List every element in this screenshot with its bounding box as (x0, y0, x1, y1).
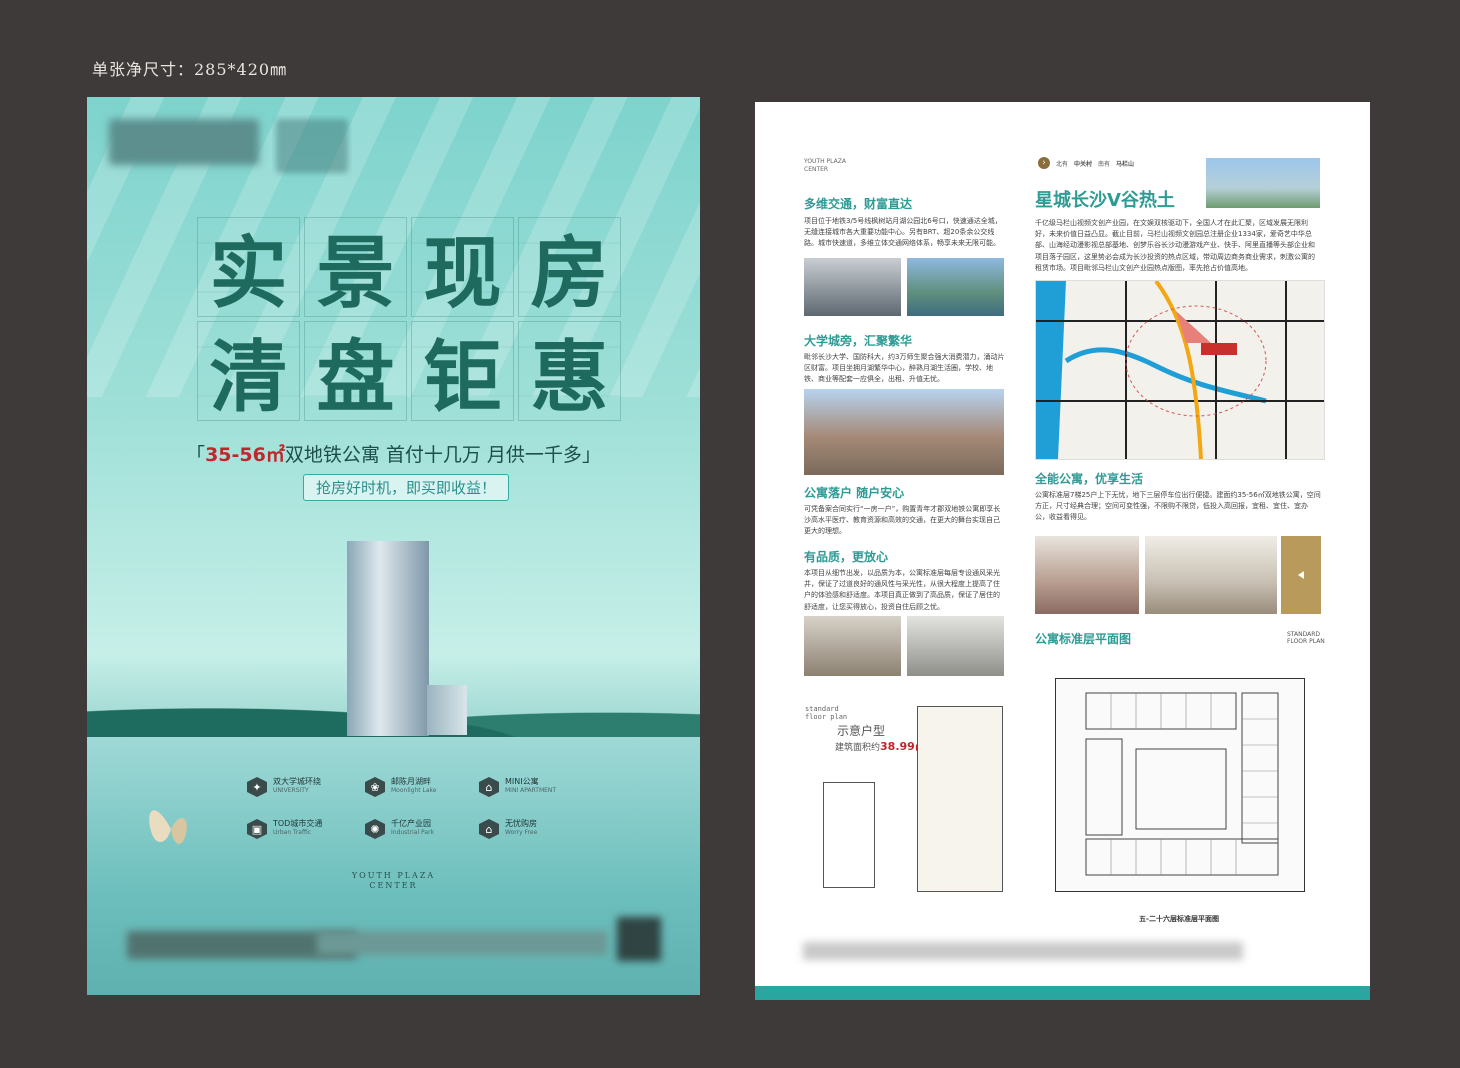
butterfly-icon (149, 810, 187, 844)
valley-text: 千亿级马栏山视频文创产业园，在文娱双核驱动下，全国人才在此汇聚，区域发展无限利好… (1035, 219, 1315, 272)
unit-line-drawing (823, 782, 875, 888)
house-icon: ⌂ (479, 819, 499, 839)
gold-tab (1281, 536, 1321, 614)
feature-tod: ▣ TOD城市交通 Urban Traffic (247, 819, 357, 839)
section-title-transport: 多维交通，财富直达 (804, 197, 913, 211)
address-blur (317, 931, 607, 955)
section-title-settle: 公寓落户 随户安心 (804, 486, 905, 500)
headline-char: 惠 (518, 321, 621, 423)
feature-university: ✦ 双大学城环绕 UNIVERSITY (247, 777, 357, 797)
photo-bedroom (1035, 536, 1139, 614)
headline-char: 盘 (304, 321, 407, 423)
podium-building (427, 685, 467, 735)
section-text-settle: 可凭备案合同实行“一房一户”，购置青年才郡双地铁公寓即享长沙高水平医疗、教育资源… (804, 505, 1001, 536)
arrow-icon: › (1038, 157, 1050, 169)
photo-skyline (1206, 158, 1320, 208)
section-text-transport: 项目位于地铁3/5号线枫树站月湖公园北6号口，快速通达全城，无缝连接城市各大重要… (804, 217, 1002, 248)
brand-english-small: YOUTH PLAZA CENTER (804, 158, 846, 173)
valley-title: 星城长沙V谷热土 (1035, 190, 1175, 211)
feature-lake: ❀ 邮陈月湖畔 Moonlight Lake (365, 777, 475, 797)
unit-plan-title: 示意户型 (837, 724, 886, 738)
home-icon: ⌂ (479, 777, 499, 797)
back-bottom-band (755, 986, 1370, 1000)
headline-row-1: 实 景 现 房 (197, 217, 621, 319)
location-tag: › 北有 中关村 南有 马栏山 (1038, 157, 1134, 169)
headline-char: 房 (518, 217, 621, 319)
headline-char: 清 (197, 321, 300, 423)
tower-building (347, 541, 429, 736)
back-flyer: YOUTH PLAZA CENTER 多维交通，财富直达 项目位于地铁3/5号线… (755, 102, 1370, 1000)
photo-lake (907, 258, 1004, 316)
subline-close: 」 (581, 444, 601, 466)
section-text-university: 毗邻长沙大学、国防科大，约3万师生聚合强大消费潜力，涌动片区财富。项目坐拥月湖繁… (804, 353, 1005, 384)
metro-icon: ▣ (247, 819, 267, 839)
stamp-seal (276, 119, 348, 173)
location-map (1035, 280, 1325, 460)
section-title-university: 大学城旁，汇聚繁华 (804, 334, 913, 348)
standard-floor-plan (1055, 678, 1305, 892)
section-title-apartment: 全能公寓，优享生活 (1035, 472, 1144, 486)
section-text-quality: 本项目从细节出发，以品质为本，公寓标准层每层专设通风采光井，保证了过道良好的通风… (804, 569, 1000, 611)
headline-char: 实 (197, 217, 300, 319)
apartment-text: 公寓标准层7梯25户上下无忧，地下三层停车位出行便捷。建面约35-56㎡双地铁公… (1035, 491, 1321, 522)
photo-corridor (804, 616, 901, 676)
unit-plan-english: standard floor plan (805, 705, 848, 721)
front-flyer: 实 景 现 房 清 盘 钜 惠 「35-56㎡双地铁公寓 首付十几万 月供一千多… (87, 97, 700, 995)
photo-living-room (1145, 536, 1277, 614)
back-contact-blur (803, 942, 1243, 960)
feature-mini: ⌂ MINI公寓 MINI APARTMENT (479, 777, 589, 797)
unit-floor-plan (917, 706, 1003, 892)
feature-industry: ✺ 千亿产业园 Industrial Park (365, 819, 475, 839)
brand-english: YOUTH PLAZA CENTER (351, 871, 436, 891)
headline-char: 现 (411, 217, 514, 319)
lake-icon: ❀ (365, 777, 385, 797)
logo-blur (109, 119, 259, 165)
headline-row-2: 清 盘 钜 惠 (197, 321, 621, 423)
unit-plan-area: 建筑面积约38.99㎡ (835, 740, 926, 753)
photo-metro-station (804, 258, 901, 316)
floorplan-title: 公寓标准层平面图 (1035, 632, 1132, 646)
floorplan-caption: 五-二十六层标准层平面图 (1139, 915, 1219, 923)
feature-worry-free: ⌂ 无忧购房 Worry Free (479, 819, 589, 839)
headline-char: 景 (304, 217, 407, 319)
qr-code-blur (617, 917, 661, 961)
photo-hallway (907, 616, 1004, 676)
school-icon: ✦ (247, 777, 267, 797)
photo-students (804, 389, 1004, 475)
headline-char: 钜 (411, 321, 514, 423)
subline-area: 35-56㎡ (205, 444, 285, 466)
subline-open: 「 (186, 444, 206, 466)
arrow-left-icon (1298, 571, 1304, 579)
size-label: 单张净尺寸：285*420㎜ (92, 60, 288, 79)
slogan-pill: 抢房好时机，即买即收益！ (303, 474, 510, 501)
subline: 「35-56㎡双地铁公寓 首付十几万 月供一千多」 (87, 440, 700, 467)
industry-icon: ✺ (365, 819, 385, 839)
section-title-quality: 有品质，更放心 (804, 550, 889, 564)
floorplan-english: STANDARD FLOOR PLAN (1287, 631, 1325, 646)
subline-rest: 双地铁公寓 首付十几万 月供一千多 (284, 444, 582, 466)
